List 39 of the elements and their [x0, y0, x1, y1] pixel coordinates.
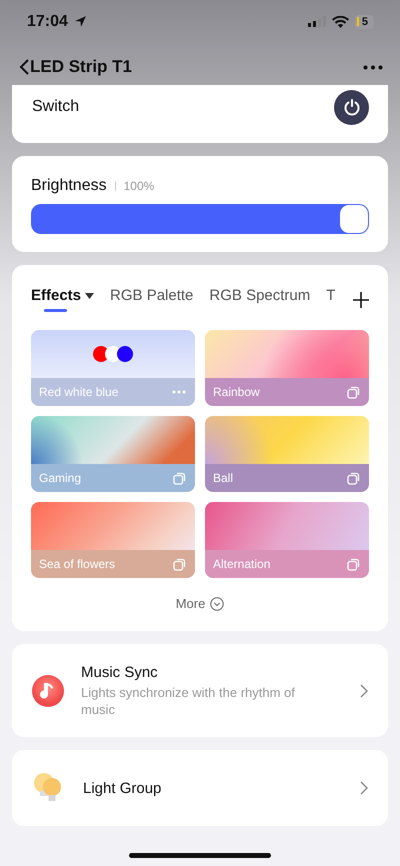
- tab[interactable]: RGB Spectrum: [209, 287, 310, 312]
- tab[interactable]: RGB Palette: [110, 287, 194, 312]
- effect-name: Rainbow: [213, 385, 260, 399]
- page-title: LED Strip T1: [30, 57, 132, 77]
- signal-icon: [308, 16, 326, 27]
- effect-name: Ball: [213, 471, 234, 485]
- brightness-slider[interactable]: [31, 204, 369, 234]
- brightness-label: Brightness: [31, 177, 107, 195]
- brightness-value: 100%: [124, 179, 154, 193]
- wifi-icon: [332, 16, 349, 28]
- music-note-icon: [32, 674, 64, 706]
- feature-title: Light Group: [83, 780, 162, 796]
- effect-name: Alternation: [213, 557, 270, 571]
- chevron-right-icon: [360, 781, 368, 795]
- feature-row[interactable]: Light Group: [12, 750, 388, 826]
- more-button[interactable]: More: [176, 596, 224, 611]
- more-icon[interactable]: [363, 64, 383, 70]
- effect-name: Sea of flowers: [39, 557, 116, 571]
- feature-row[interactable]: Music Sync Lights synchronize with the rhythm of music: [12, 644, 388, 737]
- feature-title: Music Sync: [81, 664, 159, 680]
- back-icon[interactable]: [18, 58, 30, 76]
- battery-indicator: 5: [354, 14, 374, 28]
- slider-thumb[interactable]: [340, 205, 368, 233]
- status-time: 17:04: [27, 12, 68, 30]
- switch-label: Switch: [32, 98, 80, 116]
- power-button[interactable]: [334, 90, 369, 124]
- location-arrow-icon: [74, 15, 87, 28]
- chevron-right-icon: [360, 684, 368, 698]
- copy-icon[interactable]: [347, 386, 360, 398]
- tab[interactable]: Effects: [31, 287, 94, 312]
- power-icon: [342, 98, 360, 116]
- effect-name: Gaming: [39, 471, 82, 485]
- add-icon[interactable]: [353, 292, 369, 308]
- chevron-down-icon: [210, 596, 224, 610]
- effect-name: Red white blue: [39, 385, 118, 399]
- effect-tile[interactable]: Ball: [205, 416, 369, 492]
- feature-description: Lights synchronize with the rhythm of music: [81, 684, 296, 718]
- copy-icon[interactable]: [347, 472, 360, 484]
- tab[interactable]: T: [326, 287, 336, 312]
